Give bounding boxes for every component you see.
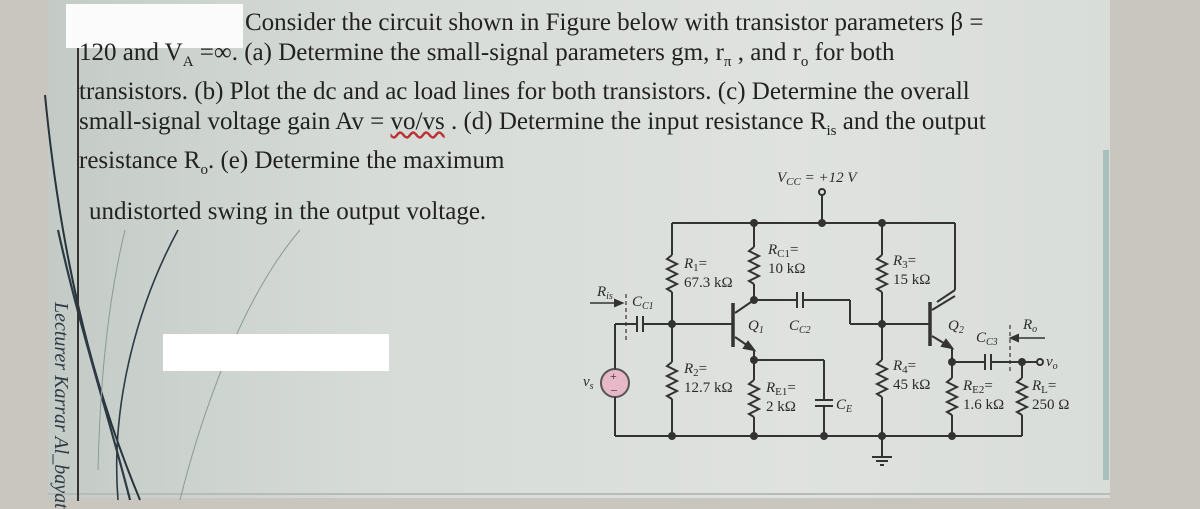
cc3-label: CC3: [976, 330, 998, 348]
resistor-re1: [746, 379, 762, 418]
q2-emitter-arrow: [940, 338, 955, 350]
ris-label: Ris: [596, 284, 613, 302]
q1-label: Q1: [748, 318, 764, 336]
r1-value: 67.3 kΩ: [684, 275, 733, 291]
vs-label: vs: [583, 374, 594, 392]
resistor-re2: [944, 377, 960, 416]
re2-value: 1.6 kΩ: [963, 397, 1004, 413]
cc2-label: CC2: [789, 318, 811, 336]
wire: [936, 289, 956, 303]
minus-sign: –: [610, 382, 618, 396]
q2-label: Q2: [948, 318, 964, 336]
cc1-label: CC1: [632, 294, 654, 312]
junction: [750, 432, 758, 440]
ris-arrowhead: [614, 298, 625, 308]
vo-label: vo: [1046, 354, 1058, 372]
vcc-terminal: [818, 188, 826, 196]
rc1-label: RC1=: [767, 242, 798, 260]
ro-label: Ro: [1022, 317, 1037, 335]
r4-label: R4=: [892, 358, 916, 376]
rc1-value: 10 kΩ: [768, 261, 805, 277]
resistor-rl: [1014, 377, 1030, 416]
ro-arrowhead: [1008, 333, 1019, 343]
vcc-label: VCC = +12 V: [777, 170, 858, 188]
junction: [818, 219, 826, 227]
re1-value: 2 kΩ: [766, 399, 796, 415]
r1-label: R1=: [683, 256, 707, 274]
resistor-rc1: [746, 246, 762, 285]
rl-value: 250 Ω: [1032, 397, 1069, 413]
r4-value: 45 kΩ: [893, 377, 930, 393]
r3-value: 15 kΩ: [893, 272, 930, 288]
junction: [668, 432, 676, 440]
output-terminal: [1036, 358, 1044, 366]
re1-label: RE1=: [765, 380, 796, 398]
r2-value: 12.7 kΩ: [684, 380, 733, 396]
circuit-diagram: VCC = +12 V R1= 67.3 kΩ RC1= 10 kΩ R3= 1…: [583, 170, 1069, 466]
r2-label: R2=: [683, 361, 707, 379]
resistor-r3: [874, 254, 890, 293]
resistor-r2: [664, 361, 680, 400]
junction: [948, 432, 956, 440]
junction: [820, 432, 828, 440]
resistor-r1: [664, 254, 680, 293]
r3-label: R3=: [892, 253, 916, 271]
rl-label: RL=: [1031, 378, 1056, 396]
re2-label: RE2=: [962, 378, 993, 396]
ce-label: CE: [836, 397, 852, 415]
resistor-r4: [874, 359, 890, 398]
plus-sign: +: [610, 369, 617, 383]
